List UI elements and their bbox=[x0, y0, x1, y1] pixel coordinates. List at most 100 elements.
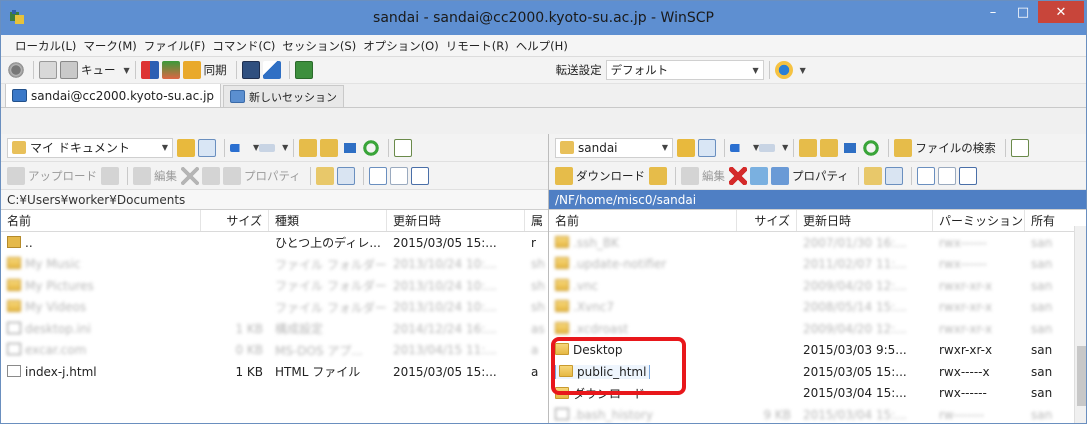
delete-icon[interactable] bbox=[729, 166, 747, 185]
tab-new-session[interactable]: 新しいセッション bbox=[223, 85, 345, 107]
console-icon[interactable] bbox=[39, 61, 57, 79]
table-row[interactable]: .update-notifier 2011/02/07 11:... rwx----… bbox=[549, 254, 1086, 276]
synchronize-icon[interactable] bbox=[182, 61, 201, 79]
back-arrow-icon[interactable] bbox=[230, 143, 246, 152]
menu-local[interactable]: ローカル(L) bbox=[15, 38, 76, 54]
session-add-icon[interactable] bbox=[294, 61, 313, 79]
local-col-size[interactable]: サイズ bbox=[201, 210, 269, 231]
synchronize-browsing-icon[interactable] bbox=[161, 61, 180, 79]
menu-session[interactable]: セッション(S) bbox=[282, 38, 356, 54]
root-directory-icon[interactable] bbox=[320, 138, 339, 157]
refresh-icon[interactable] bbox=[862, 138, 881, 157]
local-col-type[interactable]: 種類 bbox=[269, 210, 387, 231]
unselect-icon[interactable] bbox=[389, 166, 408, 185]
download-button[interactable]: ダウンロード bbox=[576, 168, 645, 184]
download-icon[interactable] bbox=[555, 166, 573, 185]
compare-directories-icon[interactable] bbox=[140, 61, 159, 79]
new-file-icon[interactable] bbox=[336, 166, 355, 185]
remote-col-owner[interactable]: 所有 bbox=[1025, 210, 1074, 231]
table-row[interactable]: My Videos ファイル フォルダー 2013/10/24 10:... sh bbox=[1, 297, 548, 319]
remote-col-size[interactable]: サイズ bbox=[737, 210, 797, 231]
menu-file[interactable]: ファイル(F) bbox=[144, 38, 206, 54]
queue-button[interactable]: キュー bbox=[81, 62, 116, 78]
forward-arrow-icon[interactable] bbox=[259, 143, 276, 152]
local-properties-button[interactable]: プロパティ bbox=[244, 168, 301, 184]
filter-icon[interactable] bbox=[698, 138, 716, 157]
back-arrow-icon[interactable] bbox=[730, 143, 746, 152]
table-row[interactable]: .Xvnc7 2008/05/14 15:... rwxr-xr-x san bbox=[549, 297, 1086, 319]
refresh-icon[interactable] bbox=[362, 138, 381, 157]
new-folder-icon[interactable] bbox=[863, 166, 882, 185]
table-row[interactable]: excar.com 0 KB MS-DOS アプ... 2013/04/15 11:.… bbox=[1, 340, 548, 362]
upload-options-icon[interactable] bbox=[101, 166, 119, 185]
menu-options[interactable]: オプション(O) bbox=[363, 38, 439, 54]
menu-remote[interactable]: リモート(R) bbox=[446, 38, 509, 54]
transfer-preset-dropdown-icon[interactable]: ▼ bbox=[800, 66, 806, 75]
remote-col-name[interactable]: 名前 bbox=[549, 210, 737, 231]
filter-select-icon[interactable] bbox=[958, 166, 977, 185]
new-folder-icon[interactable] bbox=[315, 166, 334, 185]
tree-view-icon[interactable] bbox=[394, 138, 413, 157]
home-icon[interactable] bbox=[841, 138, 860, 157]
menu-mark[interactable]: マーク(M) bbox=[83, 38, 136, 54]
find-files-icon[interactable] bbox=[894, 138, 913, 157]
remote-path-bar[interactable]: /NF/home/misc0/sandai bbox=[549, 190, 1086, 210]
remote-col-permissions[interactable]: パーミッション bbox=[933, 210, 1025, 231]
table-row[interactable]: My Music ファイル フォルダー 2013/10/24 10:... sh bbox=[1, 254, 548, 276]
delete-icon[interactable] bbox=[181, 166, 199, 185]
edit-icon[interactable] bbox=[681, 166, 699, 185]
menu-help[interactable]: ヘルプ(H) bbox=[516, 38, 568, 54]
local-path-bar[interactable]: C:¥Users¥worker¥Documents bbox=[1, 190, 548, 210]
remote-col-date[interactable]: 更新日時 bbox=[797, 210, 933, 231]
table-row[interactable]: .bash_history 9 KB 2015/03/04 15:... rw----… bbox=[549, 404, 1086, 423]
tab-session[interactable]: sandai@cc2000.kyoto-su.ac.jp bbox=[5, 83, 222, 107]
synchronize-button[interactable]: 同期 bbox=[204, 62, 227, 78]
local-col-attr[interactable]: 属 bbox=[525, 210, 547, 231]
filter-select-icon[interactable] bbox=[410, 166, 429, 185]
remote-edit-button[interactable]: 編集 bbox=[702, 168, 725, 184]
properties-icon[interactable] bbox=[223, 166, 241, 185]
forward-dropdown-icon[interactable]: ▼ bbox=[782, 143, 788, 152]
rename-icon[interactable] bbox=[750, 166, 768, 185]
transfer-preset-icon[interactable] bbox=[774, 61, 793, 79]
upload-button[interactable]: アップロード bbox=[28, 168, 97, 184]
parent-directory-icon[interactable] bbox=[299, 138, 318, 157]
root-directory-icon[interactable] bbox=[820, 138, 839, 157]
menu-command[interactable]: コマンド(C) bbox=[212, 38, 275, 54]
putty-icon[interactable] bbox=[262, 61, 281, 79]
table-row[interactable]: .xcdroast 2009/04/20 12:... rwxr-xr-x san bbox=[549, 318, 1086, 340]
local-location-select[interactable]: マイ ドキュメント ▼ bbox=[7, 137, 173, 158]
filter-icon[interactable] bbox=[198, 138, 216, 157]
open-folder-icon[interactable] bbox=[177, 138, 195, 157]
local-edit-button[interactable]: 編集 bbox=[154, 168, 177, 184]
selected-file[interactable]: public_html bbox=[555, 364, 651, 379]
close-button[interactable]: ✕ bbox=[1038, 1, 1084, 23]
new-file-icon[interactable] bbox=[884, 166, 903, 185]
local-col-name[interactable]: 名前 bbox=[1, 210, 201, 231]
preferences-gear-icon[interactable] bbox=[7, 61, 25, 79]
minimize-button[interactable]: – bbox=[978, 1, 1008, 23]
remote-properties-button[interactable]: プロパティ bbox=[792, 168, 849, 184]
remote-scrollbar[interactable] bbox=[1074, 226, 1086, 423]
edit-icon[interactable] bbox=[133, 166, 151, 185]
table-row[interactable]: desktop.ini 1 KB 構成設定 2014/12/24 16:... as bbox=[1, 318, 548, 340]
remote-location-select[interactable]: sandai ▼ bbox=[555, 137, 673, 158]
local-col-date[interactable]: 更新日時 bbox=[387, 210, 525, 231]
select-all-icon[interactable] bbox=[916, 166, 935, 185]
table-row[interactable]: ダウンロード 2015/03/04 15:... rwx------ san bbox=[549, 383, 1086, 405]
forward-arrow-icon[interactable] bbox=[759, 143, 776, 152]
download-options-icon[interactable] bbox=[649, 166, 667, 185]
table-row[interactable]: My Pictures ファイル フォルダー 2013/10/24 10:... sh bbox=[1, 275, 548, 297]
find-files-button[interactable]: ファイルの検索 bbox=[915, 140, 996, 156]
remote-scroll-thumb[interactable] bbox=[1077, 346, 1086, 406]
terminal-icon[interactable] bbox=[241, 61, 260, 79]
title-bar[interactable]: sandai - sandai@cc2000.kyoto-su.ac.jp - … bbox=[1, 1, 1086, 35]
upload-icon[interactable] bbox=[7, 166, 25, 185]
maximize-button[interactable]: □ bbox=[1008, 1, 1038, 23]
queue-dropdown-icon[interactable]: ▼ bbox=[124, 66, 130, 75]
properties-icon[interactable] bbox=[771, 166, 789, 185]
table-row[interactable]: index-j.html 1 KB HTML ファイル 2015/03/05 15:.… bbox=[1, 361, 548, 383]
forward-dropdown-icon[interactable]: ▼ bbox=[282, 143, 288, 152]
table-row[interactable]: .vnc 2009/04/20 12:... rwxr-xr-x san bbox=[549, 275, 1086, 297]
transfer-settings-select[interactable]: デフォルト ▼ bbox=[605, 60, 764, 80]
